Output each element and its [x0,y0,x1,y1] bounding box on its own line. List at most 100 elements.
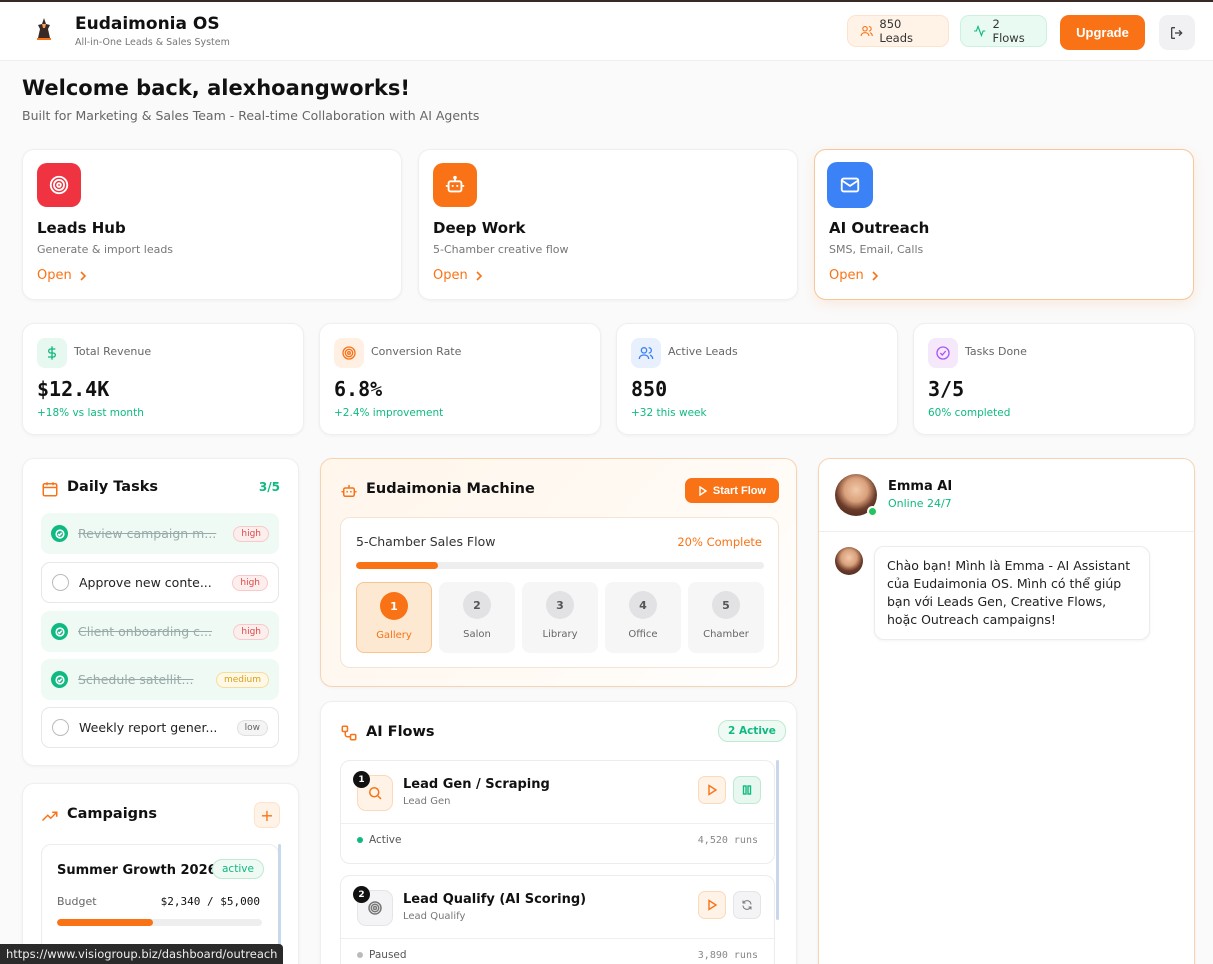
target-icon [334,338,364,368]
status-dot [357,952,363,958]
stat-card-conversion: Conversion Rate 6.8% +2.4% improvement [319,323,601,435]
pause-icon [742,785,752,795]
daily-tasks-panel: Daily Tasks 3/5 Review campaign m... hig… [22,458,299,766]
welcome-title: Welcome back, alexhoangworks! [22,76,410,100]
module-open-label: Open [37,268,72,283]
plus-icon: + [260,805,274,825]
task-checkbox[interactable] [51,525,68,542]
chamber-gallery[interactable]: 1 Gallery [356,582,432,653]
module-card-ai-outreach[interactable]: AI Outreach SMS, Email, Calls Open [814,149,1194,300]
module-card-deep-work[interactable]: Deep Work 5-Chamber creative flow Open [418,149,798,300]
campaign-budget-label: Budget [57,895,97,908]
campaign-name: Summer Growth 2026 [57,863,217,878]
refresh-flow-button[interactable] [733,891,761,919]
priority-badge: low [236,719,268,736]
module-subtitle: Generate & import leads [37,243,174,256]
target-icon [49,175,69,195]
leads-pill-label: 850 Leads [879,17,913,45]
sales-flow-box: 5-Chamber Sales Flow 20% Complete 1 Gall… [340,517,779,668]
campaigns-title: Campaigns [67,806,158,822]
module-card-leads-hub[interactable]: Leads Hub Generate & import leads Open [22,149,402,300]
flow-divider [341,938,774,939]
run-flow-button[interactable] [698,776,726,804]
stat-value: 6.8% [334,377,383,401]
top-header: Eudaimonia OS All-in-One Leads & Sales S… [0,2,1213,61]
ai-flow-item[interactable]: 2 Lead Qualify (AI Scoring) Lead Qualify… [340,875,775,964]
task-checkbox[interactable] [52,719,69,736]
chamber-number: 5 [712,591,740,619]
chamber-number: 1 [380,592,408,620]
calendar-icon [42,482,58,497]
task-item[interactable]: Review campaign m... high [41,513,279,554]
start-flow-button[interactable]: Start Flow [685,478,779,503]
flow-step-badge: 1 [353,771,370,788]
chamber-salon[interactable]: 2 Salon [439,582,515,653]
mail-icon [840,177,860,193]
chat-message: Chào bạn! Mình là Emma - AI Assistant củ… [874,546,1150,640]
check-icon [54,626,65,637]
priority-badge: high [233,525,269,542]
flow-progress-label: 20% Complete [677,535,762,549]
link-preview-statusbar: https://www.visiogroup.biz/dashboard/out… [0,944,284,964]
stat-card-active-leads: Active Leads 850 +32 this week [616,323,898,435]
stat-delta: +2.4% improvement [334,407,444,419]
task-item[interactable]: Schedule satellit... medium [41,659,279,700]
chamber-library[interactable]: 3 Library [522,582,598,653]
ai-flows-scrollbar[interactable] [776,760,779,920]
run-flow-button[interactable] [698,891,726,919]
activity-icon [974,24,986,38]
status-dot [357,837,363,843]
module-open-link[interactable]: Open [433,268,484,283]
users-icon [631,338,661,368]
chamber-label: Chamber [703,629,749,640]
welcome-subtitle: Built for Marketing & Sales Team - Real-… [22,108,480,123]
stat-label: Conversion Rate [371,345,462,358]
flows-count-pill[interactable]: 2 Flows [960,15,1047,47]
logout-icon [1171,26,1183,39]
stat-value: $12.4K [37,377,110,401]
online-indicator [867,506,878,517]
chamber-number: 4 [629,591,657,619]
module-icon-box [433,163,477,207]
priority-badge: high [232,574,268,591]
upgrade-button[interactable]: Upgrade [1060,15,1145,50]
module-open-link[interactable]: Open [829,268,880,283]
task-checkbox[interactable] [52,574,69,591]
machine-title: Eudaimonia Machine [366,481,535,497]
workflow-icon [341,725,357,741]
task-item[interactable]: Weekly report gener... low [41,707,279,748]
module-title: Leads Hub [37,219,126,237]
priority-badge: high [233,623,269,640]
flow-name: 5-Chamber Sales Flow [356,534,496,549]
chevron-right-icon [80,270,86,281]
check-icon [54,528,65,539]
check-icon [54,674,65,685]
module-subtitle: SMS, Email, Calls [829,243,924,256]
stat-delta: 60% completed [928,407,1011,419]
task-item[interactable]: Client onboarding c... high [41,611,279,652]
logout-button[interactable] [1159,15,1195,50]
app-logo[interactable] [33,16,55,42]
chat-header: Emma AI Online 24/7 [819,459,1194,532]
chamber-office[interactable]: 4 Office [605,582,681,653]
task-text: Schedule satellit... [78,672,194,687]
pause-flow-button[interactable] [733,776,761,804]
task-item[interactable]: Approve new conte... high [41,562,279,603]
task-checkbox[interactable] [51,671,68,688]
module-title: Deep Work [433,219,526,237]
chamber-label: Gallery [376,630,412,641]
add-campaign-button[interactable]: + [254,802,280,828]
leads-count-pill[interactable]: 850 Leads [847,15,949,47]
campaign-budget-bar [57,919,262,926]
eudaimonia-machine-panel: Eudaimonia Machine Start Flow 5-Chamber … [320,458,797,687]
chat-agent-name: Emma AI [888,479,953,494]
ai-flow-item[interactable]: 1 Lead Gen / Scraping Lead Gen Active 4,… [340,760,775,864]
chamber-chamber[interactable]: 5 Chamber [688,582,764,653]
module-open-link[interactable]: Open [37,268,88,283]
chevron-right-icon [872,270,878,281]
stat-label: Active Leads [668,345,738,358]
refresh-icon [742,900,752,910]
flow-runs: 3,890 runs [697,950,758,961]
campaigns-panel: Campaigns + Summer Growth 2026 active Bu… [22,783,299,964]
task-checkbox[interactable] [51,623,68,640]
